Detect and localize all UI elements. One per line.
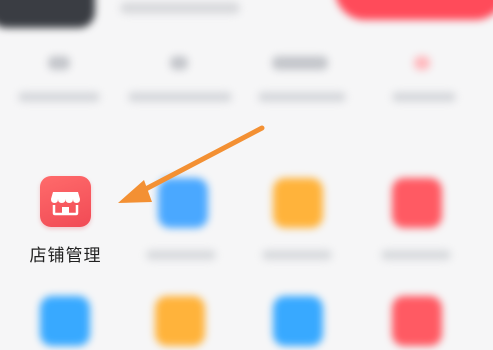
stat-label-3 bbox=[258, 92, 346, 102]
header-text-placeholder bbox=[120, 2, 240, 14]
grid-tile-4[interactable] bbox=[392, 178, 442, 228]
grid-tile-7[interactable] bbox=[273, 296, 323, 346]
store-management-tile[interactable] bbox=[40, 176, 91, 227]
grid-label-3 bbox=[262, 250, 332, 260]
stat-label-4 bbox=[392, 92, 456, 102]
grid-tile-8[interactable] bbox=[392, 296, 442, 346]
stat-item-4[interactable] bbox=[414, 56, 430, 70]
storefront-icon bbox=[51, 192, 80, 216]
stat-label-1 bbox=[18, 92, 100, 102]
stat-item-1[interactable] bbox=[36, 56, 70, 70]
header-red-button[interactable] bbox=[335, 0, 493, 20]
grid-tile-6[interactable] bbox=[155, 296, 205, 346]
grid-label-2 bbox=[146, 250, 216, 260]
stat-item-3[interactable] bbox=[272, 56, 328, 70]
grid-tile-5[interactable] bbox=[40, 296, 90, 346]
header-dark-card bbox=[0, 0, 95, 28]
stat-item-2[interactable] bbox=[170, 56, 188, 70]
grid-tile-3[interactable] bbox=[273, 178, 323, 228]
grid-tile-2[interactable] bbox=[158, 178, 208, 228]
store-management-label: 店铺管理 bbox=[29, 246, 102, 266]
stat-label-2 bbox=[128, 92, 232, 102]
grid-label-4 bbox=[381, 250, 451, 260]
